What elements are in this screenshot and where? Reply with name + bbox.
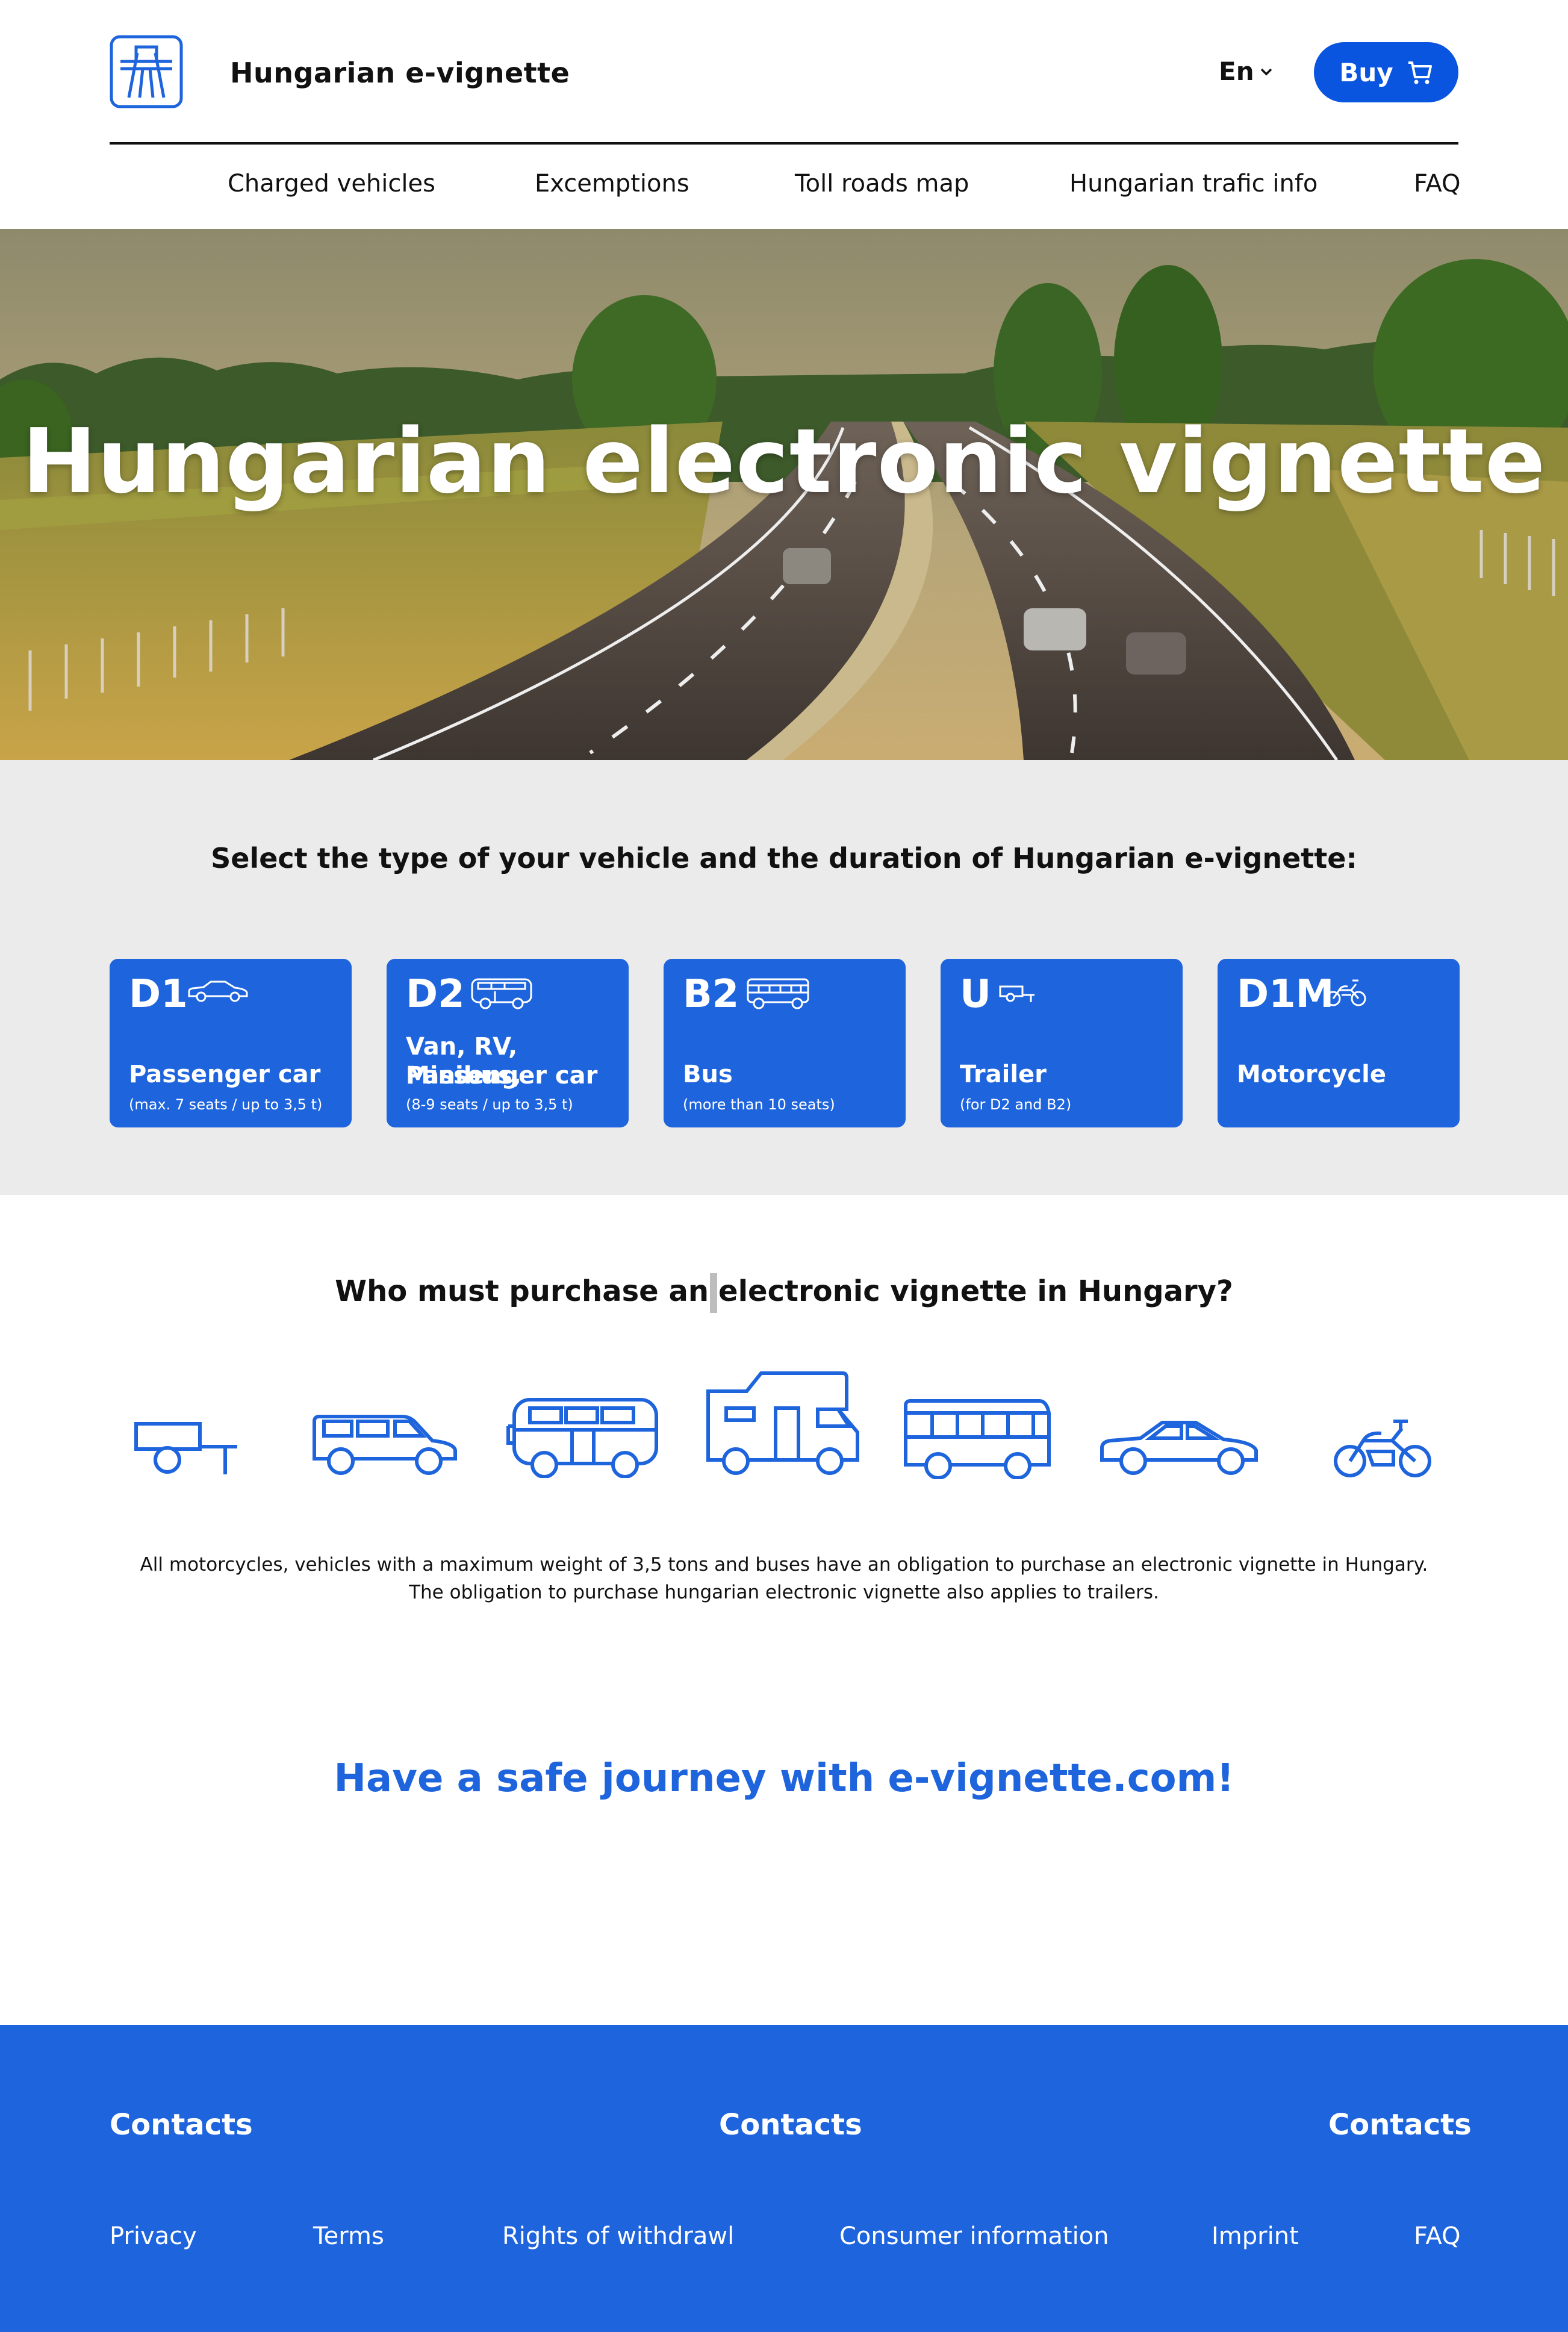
main-nav: Charged vehicles Excemptions Toll roads …	[110, 170, 1460, 204]
highway-logo-icon[interactable]	[110, 35, 183, 108]
card-name: Trailer	[960, 1061, 1047, 1088]
card-code: D1	[129, 972, 188, 1017]
who-text-line1: All motorcycles, vehicles with a maximum…	[140, 1554, 1428, 1576]
who-title-part1: Who must purchase an	[335, 1274, 709, 1308]
site-title[interactable]: Hungarian e-vignette	[230, 57, 570, 89]
footer-link-rights-of-withdrawal[interactable]: Rights of withdrawl	[502, 2222, 734, 2250]
motorcycle-icon	[1334, 1420, 1431, 1477]
footer-contacts-heading[interactable]: Contacts	[719, 2108, 862, 2142]
minibus-icon	[506, 1398, 658, 1478]
card-name: Passenger car	[129, 1061, 321, 1088]
card-name: Motorcycle	[1237, 1061, 1386, 1088]
vehicle-cards: D1 Passenger car (max. 7 seats / up to 3…	[110, 959, 1460, 1127]
footer-link-privacy[interactable]: Privacy	[110, 2222, 197, 2250]
footer-link-consumer-information[interactable]: Consumer information	[839, 2222, 1109, 2250]
language-selector[interactable]: En	[1219, 57, 1274, 86]
card-code: U	[960, 972, 991, 1017]
who-text-line2: The obligation to purchase hungarian ele…	[409, 1582, 1159, 1603]
nav-item-faq[interactable]: FAQ	[1414, 170, 1460, 198]
card-b2[interactable]: B2 Bus (more than 10 seats)	[664, 959, 906, 1127]
buy-button[interactable]: Buy	[1314, 42, 1458, 102]
who-title-part2: electronic vignette in Hungary?	[718, 1274, 1233, 1308]
site-header: Hungarian e-vignette En Buy	[110, 35, 1458, 108]
card-d2[interactable]: D2 Van, RV, Minibus, Passenger car (8-9 …	[387, 959, 629, 1127]
car-icon	[188, 980, 248, 1002]
safe-journey-slogan: Have a safe journey with e-vignette.com!	[334, 1756, 1234, 1801]
site-footer: Contacts Contacts Contacts Privacy Terms…	[0, 2025, 1568, 2332]
cart-icon	[1408, 61, 1432, 84]
hero-title: Hungarian electronic vignette	[22, 410, 1546, 513]
card-code: B2	[683, 972, 739, 1017]
footer-link-imprint[interactable]: Imprint	[1212, 2222, 1299, 2250]
header-divider	[110, 142, 1458, 145]
trailer-icon	[999, 985, 1034, 1002]
card-d1[interactable]: D1 Passenger car (max. 7 seats / up to 3…	[110, 959, 352, 1127]
buy-label: Buy	[1339, 57, 1393, 87]
card-note: (for D2 and B2)	[960, 1096, 1072, 1113]
hero-banner: Hungarian electronic vignette	[0, 229, 1568, 760]
footer-contacts-heading[interactable]: Contacts	[1328, 2108, 1472, 2142]
trailer-icon	[134, 1422, 237, 1474]
motorcycle-icon	[1325, 979, 1366, 1006]
chevron-down-icon	[1260, 68, 1272, 75]
minibus-icon	[471, 978, 532, 1009]
bus-icon	[747, 978, 809, 1009]
footer-link-terms[interactable]: Terms	[313, 2222, 384, 2250]
card-name: Passenger car	[406, 1062, 598, 1090]
card-note: (more than 10 seats)	[683, 1096, 835, 1113]
vehicle-select-section: Select the type of your vehicle and the …	[0, 760, 1568, 1195]
car-icon	[1100, 1421, 1258, 1475]
bus-icon	[904, 1399, 1051, 1479]
who-must-purchase-title: Who must purchase an electronic vignette …	[0, 1273, 1568, 1313]
text-cursor	[710, 1273, 718, 1313]
card-note: (8-9 seats / up to 3,5 t)	[406, 1096, 573, 1113]
select-title: Select the type of your vehicle and the …	[211, 842, 1357, 874]
van-icon	[313, 1415, 457, 1475]
footer-link-faq[interactable]: FAQ	[1414, 2222, 1460, 2250]
footer-contacts-heading[interactable]: Contacts	[110, 2108, 253, 2142]
card-note: (max. 7 seats / up to 3,5 t)	[129, 1096, 323, 1113]
nav-item-toll-roads-map[interactable]: Toll roads map	[795, 170, 969, 198]
card-code: D2	[406, 972, 465, 1017]
nav-item-exemptions[interactable]: Excemptions	[535, 170, 689, 198]
vehicle-icons-row	[110, 1361, 1458, 1482]
card-code: D1M	[1237, 972, 1334, 1017]
card-name: Bus	[683, 1061, 733, 1088]
nav-item-charged-vehicles[interactable]: Charged vehicles	[228, 170, 435, 198]
language-label: En	[1219, 57, 1254, 86]
card-u[interactable]: U Trailer (for D2 and B2)	[941, 959, 1183, 1127]
card-d1m[interactable]: D1M Motorcycle	[1218, 959, 1460, 1127]
camper-icon	[706, 1371, 859, 1475]
nav-item-traffic-info[interactable]: Hungarian trafic info	[1069, 170, 1318, 198]
